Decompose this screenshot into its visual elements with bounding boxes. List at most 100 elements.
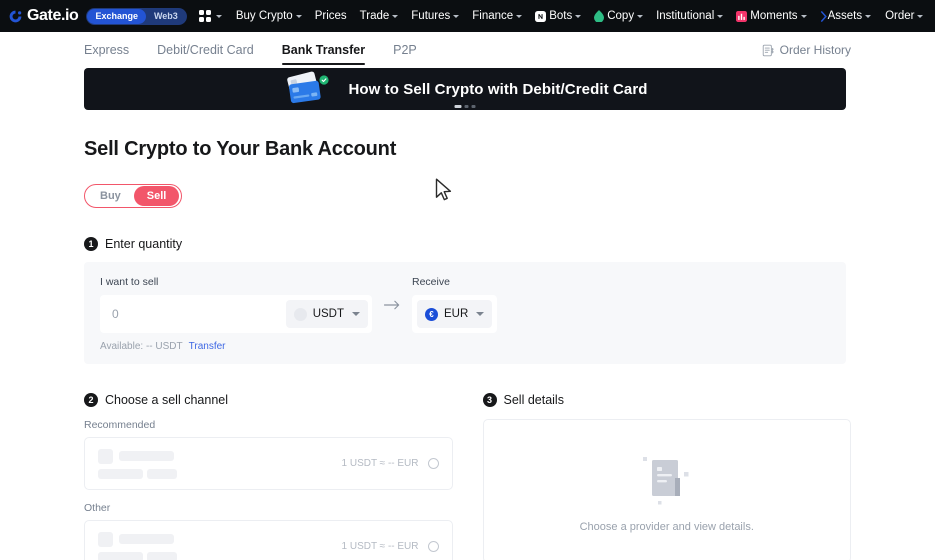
nav-label: Prices — [314, 10, 347, 22]
nav-item-trade[interactable]: Trade — [360, 10, 399, 22]
nav-label: Futures — [411, 10, 451, 22]
sub-navigation-tabs: Express Debit/Credit Card Bank Transfer … — [0, 32, 935, 68]
bots-icon — [535, 10, 547, 22]
recommended-group-label: Recommended — [84, 419, 156, 431]
sell-details-empty-text: Choose a provider and view details. — [579, 520, 754, 533]
sell-channel-option-other[interactable]: 1 USDT ≈ -- EUR — [84, 520, 453, 560]
order-history-link[interactable]: Order History — [762, 43, 851, 57]
nav-item-assets[interactable]: Assets — [828, 10, 872, 22]
channel-radio[interactable] — [427, 541, 439, 552]
step-3-header: 3 Sell details — [482, 393, 852, 407]
step-2-header: 2 Choose a sell channel — [84, 393, 453, 407]
chevron-down-icon — [800, 14, 807, 18]
empty-document-icon — [631, 450, 703, 508]
chevron-down-icon — [516, 14, 523, 18]
tab-debit-credit-card[interactable]: Debit/Credit Card — [157, 32, 254, 68]
nav-item-bots[interactable]: Bots — [535, 10, 582, 22]
sell-toggle-option[interactable]: Sell — [133, 186, 180, 206]
eur-currency-icon: € — [425, 307, 438, 321]
nav-label: Trade — [359, 10, 390, 22]
transfer-link[interactable]: Transfer — [189, 341, 226, 352]
skeleton-logo — [98, 448, 113, 464]
page-title: Sell Crypto to Your Bank Account — [84, 138, 397, 160]
tab-bank-transfer[interactable]: Bank Transfer — [281, 32, 366, 68]
gate-logo[interactable]: Gate.io — [8, 8, 79, 24]
chevron-down-icon — [295, 14, 302, 18]
sell-amount-row: USDT — [100, 295, 372, 333]
nav-label: Institutional — [656, 10, 715, 22]
nav-item-futures[interactable]: Futures — [411, 10, 460, 22]
moments-bars-icon — [736, 10, 748, 22]
quantity-panel: I want to sell USDT Available: -- USDT T… — [84, 262, 846, 364]
page-content: Sell Crypto to Your Bank Account Buy Sel… — [0, 138, 935, 560]
promo-banner-title: How to Sell Crypto with Debit/Credit Car… — [348, 80, 648, 98]
other-group-label: Other — [84, 502, 111, 514]
copy-leaf-icon — [594, 10, 605, 22]
tab-express[interactable]: Express — [84, 32, 129, 68]
carousel-dot-3[interactable] — [471, 105, 476, 108]
lower-section: 2 Choose a sell channel Recommended 1 US… — [84, 364, 851, 560]
receive-currency-label: EUR — [444, 308, 469, 320]
nav-item-buy-crypto[interactable]: Buy Crypto — [236, 10, 302, 22]
nav-item-institutional[interactable]: Institutional — [656, 10, 724, 22]
receive-currency-select[interactable]: € EUR — [417, 300, 493, 328]
tab-p2p[interactable]: P2P — [393, 32, 417, 68]
nav-item-moments[interactable]: Moments — [736, 10, 807, 22]
buy-toggle-option[interactable]: Buy — [87, 186, 134, 206]
usdt-coin-icon — [293, 307, 307, 321]
promo-banner[interactable]: How to Sell Crypto with Debit/Credit Car… — [84, 68, 846, 110]
sell-channel-option-recommended[interactable]: 1 USDT ≈ -- EUR — [84, 437, 453, 490]
carousel-dot-1[interactable] — [454, 105, 462, 108]
carousel-dot-2[interactable] — [464, 105, 469, 108]
chevron-down-icon — [637, 14, 644, 18]
nav-label: Moments — [750, 10, 798, 22]
carousel-dots[interactable] — [454, 105, 476, 108]
skeleton-logo — [98, 531, 113, 547]
skeleton-meta-2 — [147, 468, 177, 479]
nav-more-button[interactable] — [820, 10, 828, 22]
step-1-header: 1 Enter quantity — [84, 237, 851, 251]
primary-nav-items: Buy Crypto Prices Trade Futures Finance … — [236, 10, 828, 22]
step-1-number: 1 — [84, 237, 98, 251]
channel-rate: 1 USDT ≈ -- EUR — [341, 458, 419, 469]
mode-toggle[interactable]: Exchange Web3 — [86, 7, 187, 25]
nav-label: Order — [885, 10, 915, 22]
skeleton-meta-1 — [98, 551, 143, 560]
chevron-down-icon — [717, 14, 724, 18]
sell-currency-label: USDT — [312, 308, 344, 320]
sell-currency-select[interactable]: USDT — [285, 300, 368, 328]
sell-amount-input[interactable] — [112, 295, 286, 333]
buy-sell-toggle[interactable]: Buy Sell — [84, 184, 183, 208]
mode-toggle-web3[interactable]: Web3 — [146, 9, 186, 24]
nav-label: Bots — [549, 10, 573, 22]
mode-toggle-exchange[interactable]: Exchange — [87, 8, 146, 24]
apps-menu-button[interactable] — [198, 10, 222, 22]
receive-group: Receive € EUR — [412, 276, 498, 333]
chevron-down-icon — [575, 14, 582, 18]
chevron-down-icon — [453, 14, 460, 18]
channel-radio[interactable] — [427, 458, 439, 469]
nav-item-order[interactable]: Order — [885, 10, 924, 22]
chevron-down-icon — [352, 312, 360, 316]
nav-label: Finance — [472, 10, 514, 22]
step-3-number: 3 — [482, 393, 497, 407]
step-2-number: 2 — [84, 393, 98, 407]
channel-skeleton — [98, 531, 342, 560]
chevron-down-icon — [392, 14, 399, 18]
credit-cards-illustration — [282, 69, 334, 109]
receive-box: € EUR — [412, 295, 498, 333]
sell-channel-column: 2 Choose a sell channel Recommended 1 US… — [84, 364, 453, 560]
step-2-label: Choose a sell channel — [105, 393, 228, 407]
sell-amount-label: I want to sell — [100, 276, 159, 288]
nav-item-prices[interactable]: Prices — [315, 10, 347, 22]
nav-item-copy[interactable]: Copy — [594, 10, 644, 22]
chevron-right-icon — [820, 10, 827, 22]
step-1-label: Enter quantity — [105, 237, 183, 251]
available-balance-text: Available: -- USDT — [100, 341, 183, 352]
nav-label: Copy — [607, 10, 635, 22]
tab-list: Express Debit/Credit Card Bank Transfer … — [84, 32, 417, 68]
nav-item-finance[interactable]: Finance — [472, 10, 523, 22]
secondary-nav-items: Assets Order — [828, 8, 935, 25]
sell-amount-group: I want to sell USDT Available: -- USDT T… — [100, 276, 372, 352]
chevron-down-icon — [215, 14, 222, 18]
